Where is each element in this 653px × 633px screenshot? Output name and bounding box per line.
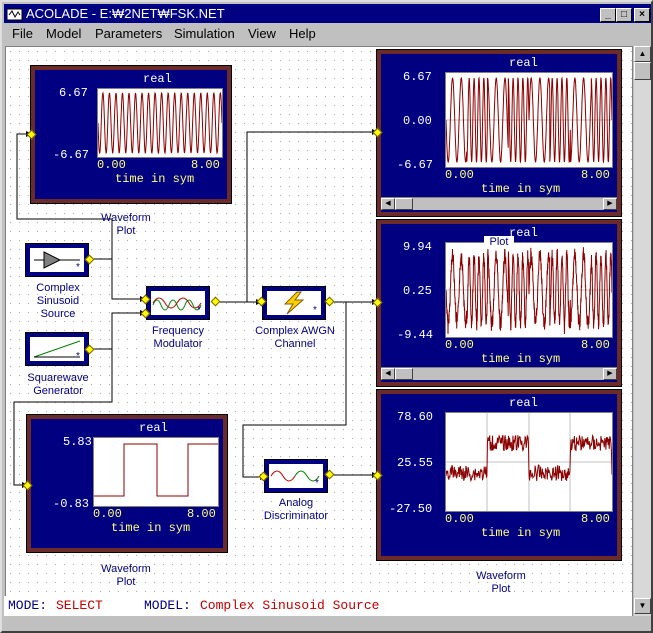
x-axis-label: time in sym — [481, 526, 561, 540]
x-min-label: 0.00 — [97, 158, 126, 172]
y-mid-label: 0.00 — [403, 114, 432, 128]
scroll-down-button[interactable]: ▼ — [634, 598, 651, 614]
menu-file[interactable]: File — [12, 26, 33, 41]
frequency-modulator-block[interactable]: * — [146, 286, 210, 320]
y-max-label: 78.60 — [397, 410, 434, 424]
menu-bar: File Model Parameters Simulation View He… — [4, 24, 651, 44]
y-min-label: -0.83 — [53, 497, 90, 511]
scroll-up-button[interactable]: ▲ — [634, 46, 651, 62]
ramp-icon: * — [33, 340, 81, 362]
waveform-plot-1-label: Waveform Plot — [101, 212, 151, 237]
awgn-label: Complex AWGN Channel — [255, 325, 335, 350]
svg-text:*: * — [313, 305, 317, 315]
app-window: ACOLADE - E:₩2NET₩FSK.NET _ □ × File Mod… — [0, 0, 653, 633]
mode-label: MODE: — [8, 598, 48, 613]
menu-model[interactable]: Model — [46, 26, 81, 41]
vertical-scrollbar[interactable]: ▲ ▼ — [634, 46, 651, 616]
menu-help[interactable]: Help — [289, 26, 316, 41]
svg-text:*: * — [76, 351, 80, 361]
x-max-label: 8.00 — [581, 168, 610, 182]
waveform-plot-2[interactable]: real 6.67 0.00 -6.67 0.00 8.00 time in s… — [376, 49, 622, 217]
x-max-label: 8.00 — [191, 158, 220, 172]
plot-title: real — [143, 72, 172, 86]
plot-area — [97, 88, 223, 158]
waveform-plot-5[interactable]: real 78.60 25.55 -27.50 0.00 8.00 time i… — [376, 389, 622, 561]
y-max-label: 5.83 — [63, 435, 92, 449]
horizontal-scrollbar[interactable]: ◀ ▶ — [381, 197, 617, 210]
plot-title: real — [139, 421, 168, 435]
maximize-button[interactable]: □ — [616, 8, 632, 22]
waveform-plot-1[interactable]: real 6.67 -6.67 0.00 8.00 time in sym — [30, 65, 232, 204]
fm-label: Frequency Modulator — [152, 325, 204, 350]
x-min-label: 0.00 — [445, 338, 474, 352]
waveform-plot-4[interactable]: real 5.83 -0.83 0.00 8.00 time in sym — [26, 414, 228, 553]
complex-awgn-channel-block[interactable]: * — [262, 286, 326, 320]
fm-icon: * — [152, 297, 202, 316]
model-value: Complex Sinusoid Source — [200, 598, 380, 613]
horizontal-scrollbar[interactable]: ◀ ▶ — [381, 367, 617, 380]
menu-view[interactable]: View — [248, 26, 276, 41]
y-min-label: -6.67 — [53, 148, 90, 162]
model-label: MODEL: — [144, 598, 191, 613]
plot-title: real — [509, 396, 538, 410]
plot-area — [445, 412, 613, 512]
plot-area — [93, 437, 219, 507]
plot-title: real — [509, 56, 538, 70]
svg-text:*: * — [315, 478, 319, 488]
menu-simulation[interactable]: Simulation — [174, 26, 235, 41]
discriminator-icon: * — [270, 470, 320, 489]
plot-area — [445, 72, 613, 168]
squarewave-generator-block[interactable]: * — [25, 332, 89, 366]
discriminator-label: Analog Discriminator — [263, 497, 329, 522]
close-button[interactable]: × — [634, 8, 650, 22]
window-title: ACOLADE - E:₩2NET₩FSK.NET — [26, 6, 225, 21]
y-max-label: 9.94 — [403, 240, 432, 254]
plot-partial-label: Plot — [484, 236, 514, 249]
y-mid-label: 25.55 — [397, 456, 434, 470]
x-max-label: 8.00 — [581, 512, 610, 526]
complex-sinusoid-source-block[interactable]: * — [25, 243, 89, 277]
y-min-label: -6.67 — [397, 158, 434, 172]
title-bar: ACOLADE - E:₩2NET₩FSK.NET _ □ × — [4, 4, 651, 23]
plot-area — [445, 242, 613, 338]
waveform-plot-4-label: Waveform Plot — [101, 563, 151, 588]
x-min-label: 0.00 — [445, 512, 474, 526]
menu-parameters[interactable]: Parameters — [95, 26, 162, 41]
sinusoid-label: Complex Sinusoid Source — [36, 282, 80, 320]
x-min-label: 0.00 — [445, 168, 474, 182]
minimize-button[interactable]: _ — [600, 8, 616, 22]
scroll-thumb[interactable] — [634, 62, 651, 80]
x-axis-label: time in sym — [115, 172, 195, 186]
lightning-icon: * — [283, 291, 317, 316]
y-mid-label: 0.25 — [403, 284, 432, 298]
squarewave-label: Squarewave Generator — [27, 372, 89, 397]
svg-text:*: * — [197, 305, 201, 315]
analog-discriminator-block[interactable]: * — [264, 459, 328, 493]
model-canvas[interactable]: real 6.67 -6.67 0.00 8.00 time in sym Wa… — [5, 46, 633, 616]
x-axis-label: time in sym — [111, 521, 191, 535]
x-max-label: 8.00 — [581, 338, 610, 352]
mode-value: SELECT — [56, 598, 103, 613]
svg-text:*: * — [76, 262, 80, 272]
amplifier-icon: * — [34, 251, 80, 273]
x-axis-label: time in sym — [481, 352, 561, 366]
x-max-label: 8.00 — [187, 507, 216, 521]
y-max-label: 6.67 — [403, 70, 432, 84]
y-max-label: 6.67 — [59, 86, 88, 100]
x-min-label: 0.00 — [93, 507, 122, 521]
y-min-label: -9.44 — [397, 328, 434, 342]
x-axis-label: time in sym — [481, 182, 561, 196]
waveform-plot-5-label: Waveform Plot — [476, 570, 526, 595]
y-min-label: -27.50 — [389, 502, 433, 516]
status-bar: MODE: SELECT MODEL: Complex Sinusoid Sou… — [4, 596, 632, 616]
app-icon — [7, 8, 23, 21]
